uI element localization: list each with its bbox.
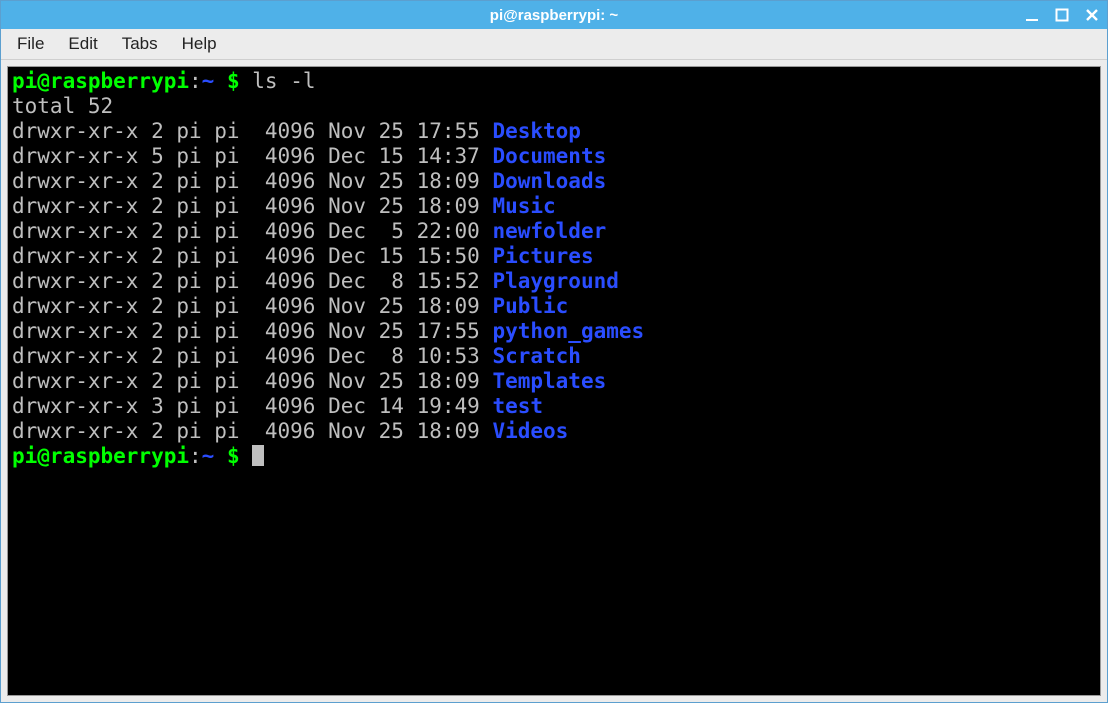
ls-row: drwxr-xr-x 2 pi pi 4096 Dec 8 15:52 Play… bbox=[12, 269, 1096, 294]
ls-row-meta: drwxr-xr-x 2 pi pi 4096 Dec 15 15:50 bbox=[12, 244, 492, 268]
prompt-line: pi@raspberrypi:~ $ bbox=[12, 444, 1096, 469]
menu-tabs[interactable]: Tabs bbox=[112, 31, 168, 57]
prompt-dollar: $ bbox=[214, 444, 252, 468]
prompt-separator: : bbox=[189, 444, 202, 468]
ls-row: drwxr-xr-x 2 pi pi 4096 Dec 15 15:50 Pic… bbox=[12, 244, 1096, 269]
ls-row-meta: drwxr-xr-x 2 pi pi 4096 Nov 25 17:55 bbox=[12, 319, 492, 343]
menu-file[interactable]: File bbox=[7, 31, 54, 57]
ls-row-name: Playground bbox=[492, 269, 618, 293]
prompt-path: ~ bbox=[202, 444, 215, 468]
minimize-icon bbox=[1025, 8, 1039, 22]
prompt-userhost: pi@raspberrypi bbox=[12, 444, 189, 468]
ls-row-name: Music bbox=[492, 194, 555, 218]
ls-row: drwxr-xr-x 2 pi pi 4096 Dec 8 10:53 Scra… bbox=[12, 344, 1096, 369]
ls-row: drwxr-xr-x 2 pi pi 4096 Nov 25 18:09 Mus… bbox=[12, 194, 1096, 219]
ls-row-meta: drwxr-xr-x 2 pi pi 4096 Nov 25 17:55 bbox=[12, 119, 492, 143]
prompt-userhost: pi@raspberrypi bbox=[12, 69, 189, 93]
ls-row-meta: drwxr-xr-x 3 pi pi 4096 Dec 14 19:49 bbox=[12, 394, 492, 418]
close-icon bbox=[1085, 8, 1099, 22]
ls-row-name: Templates bbox=[492, 369, 606, 393]
ls-row-name: newfolder bbox=[492, 219, 606, 243]
ls-row-meta: drwxr-xr-x 2 pi pi 4096 Dec 5 22:00 bbox=[12, 219, 492, 243]
total-line: total 52 bbox=[12, 94, 1096, 119]
ls-row-name: python_games bbox=[492, 319, 644, 343]
cursor bbox=[252, 445, 264, 466]
titlebar[interactable]: pi@raspberrypi: ~ bbox=[1, 1, 1107, 29]
terminal-viewport[interactable]: pi@raspberrypi:~ $ ls -ltotal 52drwxr-xr… bbox=[7, 66, 1101, 696]
terminal-window: pi@raspberrypi: ~ File Edit Tabs Help pi… bbox=[0, 0, 1108, 703]
prompt-dollar: $ bbox=[214, 69, 252, 93]
ls-row: drwxr-xr-x 2 pi pi 4096 Nov 25 17:55 Des… bbox=[12, 119, 1096, 144]
ls-row-meta: drwxr-xr-x 2 pi pi 4096 Nov 25 18:09 bbox=[12, 369, 492, 393]
maximize-icon bbox=[1055, 8, 1069, 22]
close-button[interactable] bbox=[1083, 6, 1101, 24]
ls-row: drwxr-xr-x 2 pi pi 4096 Nov 25 18:09 Dow… bbox=[12, 169, 1096, 194]
ls-row-name: Pictures bbox=[492, 244, 593, 268]
maximize-button[interactable] bbox=[1053, 6, 1071, 24]
ls-row-name: Public bbox=[492, 294, 568, 318]
ls-row-meta: drwxr-xr-x 2 pi pi 4096 Dec 8 10:53 bbox=[12, 344, 492, 368]
prompt-separator: : bbox=[189, 69, 202, 93]
ls-row-name: Videos bbox=[492, 419, 568, 443]
ls-row-name: Scratch bbox=[492, 344, 581, 368]
ls-row-name: test bbox=[492, 394, 543, 418]
window-controls bbox=[1023, 1, 1101, 29]
ls-row-name: Downloads bbox=[492, 169, 606, 193]
ls-row: drwxr-xr-x 3 pi pi 4096 Dec 14 19:49 tes… bbox=[12, 394, 1096, 419]
ls-row-name: Desktop bbox=[492, 119, 581, 143]
minimize-button[interactable] bbox=[1023, 6, 1041, 24]
ls-row-meta: drwxr-xr-x 2 pi pi 4096 Nov 25 18:09 bbox=[12, 419, 492, 443]
ls-row-meta: drwxr-xr-x 2 pi pi 4096 Nov 25 18:09 bbox=[12, 194, 492, 218]
ls-row: drwxr-xr-x 2 pi pi 4096 Nov 25 18:09 Pub… bbox=[12, 294, 1096, 319]
ls-row: drwxr-xr-x 2 pi pi 4096 Nov 25 17:55 pyt… bbox=[12, 319, 1096, 344]
ls-row-name: Documents bbox=[492, 144, 606, 168]
menu-edit[interactable]: Edit bbox=[58, 31, 107, 57]
command-text: ls -l bbox=[252, 69, 315, 93]
ls-row: drwxr-xr-x 2 pi pi 4096 Nov 25 18:09 Vid… bbox=[12, 419, 1096, 444]
prompt-path: ~ bbox=[202, 69, 215, 93]
menu-help[interactable]: Help bbox=[172, 31, 227, 57]
window-title: pi@raspberrypi: ~ bbox=[1, 7, 1107, 24]
ls-row: drwxr-xr-x 2 pi pi 4096 Dec 5 22:00 newf… bbox=[12, 219, 1096, 244]
ls-row: drwxr-xr-x 5 pi pi 4096 Dec 15 14:37 Doc… bbox=[12, 144, 1096, 169]
ls-row: drwxr-xr-x 2 pi pi 4096 Nov 25 18:09 Tem… bbox=[12, 369, 1096, 394]
ls-row-meta: drwxr-xr-x 2 pi pi 4096 Dec 8 15:52 bbox=[12, 269, 492, 293]
menu-bar: File Edit Tabs Help bbox=[1, 29, 1107, 60]
ls-row-meta: drwxr-xr-x 2 pi pi 4096 Nov 25 18:09 bbox=[12, 169, 492, 193]
ls-row-meta: drwxr-xr-x 2 pi pi 4096 Nov 25 18:09 bbox=[12, 294, 492, 318]
prompt-line: pi@raspberrypi:~ $ ls -l bbox=[12, 69, 1096, 94]
ls-row-meta: drwxr-xr-x 5 pi pi 4096 Dec 15 14:37 bbox=[12, 144, 492, 168]
